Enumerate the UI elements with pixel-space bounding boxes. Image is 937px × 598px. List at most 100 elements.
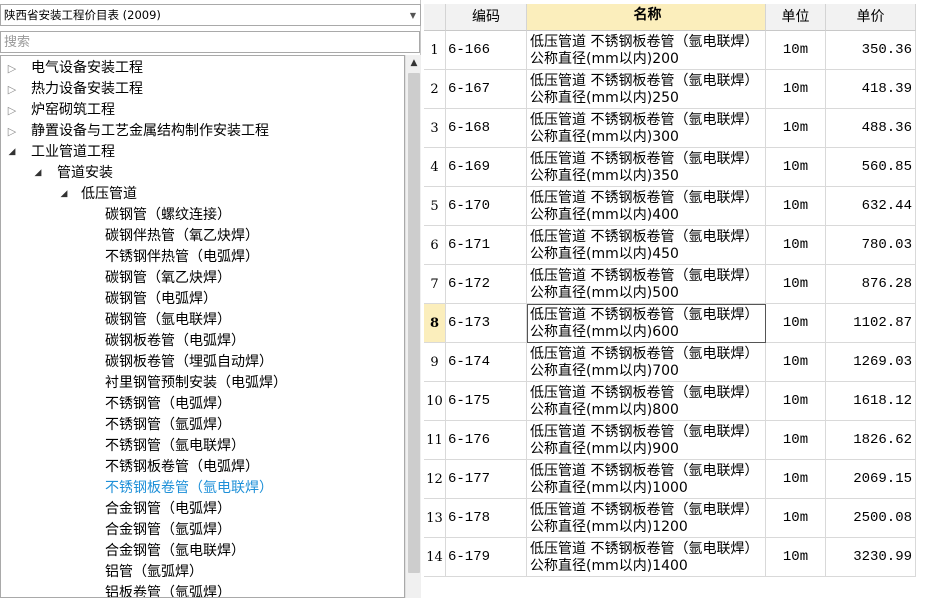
- tree-node[interactable]: 不锈钢板卷管（电弧焊）: [105, 457, 259, 478]
- price-cell[interactable]: 350.36: [826, 31, 916, 70]
- tree-node[interactable]: 碳钢伴热管（氧乙炔焊）: [105, 226, 259, 247]
- name-cell[interactable]: 低压管道 不锈钢板卷管（氩电联焊） 公称直径(mm以内)1400: [527, 538, 766, 577]
- tree-node[interactable]: 工业管道工程: [31, 142, 115, 163]
- name-cell[interactable]: 低压管道 不锈钢板卷管（氩电联焊） 公称直径(mm以内)900: [527, 421, 766, 460]
- row-number[interactable]: 13: [424, 499, 446, 538]
- tree-node[interactable]: 不锈钢管（氩电联焊）: [105, 436, 245, 457]
- unit-cell[interactable]: 10m: [766, 70, 826, 109]
- tree-node[interactable]: 电气设备安装工程: [31, 58, 143, 79]
- name-cell[interactable]: 低压管道 不锈钢板卷管（氩电联焊） 公称直径(mm以内)1200: [527, 499, 766, 538]
- row-number[interactable]: 12: [424, 460, 446, 499]
- name-cell[interactable]: 低压管道 不锈钢板卷管（氩电联焊） 公称直径(mm以内)200: [527, 31, 766, 70]
- triangle-down-icon[interactable]: ◢: [33, 163, 43, 184]
- row-number[interactable]: 6: [424, 226, 446, 265]
- triangle-right-icon[interactable]: ▷: [7, 121, 17, 142]
- price-cell[interactable]: 632.44: [826, 187, 916, 226]
- row-number[interactable]: 11: [424, 421, 446, 460]
- tree-node[interactable]: 衬里钢管预制安装（电弧焊）: [105, 373, 287, 394]
- name-cell[interactable]: 低压管道 不锈钢板卷管（氩电联焊） 公称直径(mm以内)350: [527, 148, 766, 187]
- name-cell[interactable]: 低压管道 不锈钢板卷管（氩电联焊） 公称直径(mm以内)450: [527, 226, 766, 265]
- name-cell[interactable]: 低压管道 不锈钢板卷管（氩电联焊） 公称直径(mm以内)1000: [527, 460, 766, 499]
- row-number[interactable]: 14: [424, 538, 446, 577]
- triangle-right-icon[interactable]: ▷: [7, 79, 17, 100]
- tree-node[interactable]: 碳钢板卷管（埋弧自动焊）: [105, 352, 273, 373]
- header-code[interactable]: 编码: [446, 4, 527, 31]
- code-cell[interactable]: 6-172: [446, 265, 527, 304]
- row-number[interactable]: 5: [424, 187, 446, 226]
- tree-node[interactable]: 碳钢管（螺纹连接）: [105, 205, 231, 226]
- unit-cell[interactable]: 10m: [766, 226, 826, 265]
- unit-cell[interactable]: 10m: [766, 31, 826, 70]
- tree-node[interactable]: 炉窑砌筑工程: [31, 100, 115, 121]
- price-cell[interactable]: 1618.12: [826, 382, 916, 421]
- code-cell[interactable]: 6-171: [446, 226, 527, 265]
- price-cell[interactable]: 3230.99: [826, 538, 916, 577]
- tree-node[interactable]: 热力设备安装工程: [31, 79, 143, 100]
- code-cell[interactable]: 6-175: [446, 382, 527, 421]
- price-cell[interactable]: 1102.87: [826, 304, 916, 343]
- code-cell[interactable]: 6-179: [446, 538, 527, 577]
- code-cell[interactable]: 6-166: [446, 31, 527, 70]
- tree-node[interactable]: 不锈钢伴热管（电弧焊）: [105, 247, 259, 268]
- row-number[interactable]: 7: [424, 265, 446, 304]
- tree-node[interactable]: 碳钢管（氧乙炔焊）: [105, 268, 231, 289]
- tree-node[interactable]: 碳钢管（氩电联焊）: [105, 310, 231, 331]
- name-cell[interactable]: 低压管道 不锈钢板卷管（氩电联焊） 公称直径(mm以内)500: [527, 265, 766, 304]
- price-cell[interactable]: 876.28: [826, 265, 916, 304]
- unit-cell[interactable]: 10m: [766, 499, 826, 538]
- unit-cell[interactable]: 10m: [766, 187, 826, 226]
- price-cell[interactable]: 780.03: [826, 226, 916, 265]
- unit-cell[interactable]: 10m: [766, 265, 826, 304]
- tree-node[interactable]: 不锈钢板卷管（氩电联焊）: [105, 478, 273, 499]
- row-number[interactable]: 9: [424, 343, 446, 382]
- price-cell[interactable]: 488.36: [826, 109, 916, 148]
- code-cell[interactable]: 6-170: [446, 187, 527, 226]
- row-number[interactable]: 1: [424, 31, 446, 70]
- name-cell[interactable]: 低压管道 不锈钢板卷管（氩电联焊） 公称直径(mm以内)600: [527, 304, 766, 343]
- unit-cell[interactable]: 10m: [766, 109, 826, 148]
- price-cell[interactable]: 418.39: [826, 70, 916, 109]
- unit-cell[interactable]: 10m: [766, 460, 826, 499]
- code-cell[interactable]: 6-174: [446, 343, 527, 382]
- price-cell[interactable]: 560.85: [826, 148, 916, 187]
- tree-node[interactable]: 碳钢管（电弧焊）: [105, 289, 217, 310]
- tree-node[interactable]: 铝管（氩弧焊）: [105, 562, 203, 583]
- name-cell[interactable]: 低压管道 不锈钢板卷管（氩电联焊） 公称直径(mm以内)400: [527, 187, 766, 226]
- price-cell[interactable]: 1826.62: [826, 421, 916, 460]
- triangle-right-icon[interactable]: ▷: [7, 58, 17, 79]
- unit-cell[interactable]: 10m: [766, 304, 826, 343]
- unit-cell[interactable]: 10m: [766, 421, 826, 460]
- code-cell[interactable]: 6-178: [446, 499, 527, 538]
- unit-cell[interactable]: 10m: [766, 148, 826, 187]
- row-number[interactable]: 10: [424, 382, 446, 421]
- code-cell[interactable]: 6-169: [446, 148, 527, 187]
- code-cell[interactable]: 6-173: [446, 304, 527, 343]
- row-number[interactable]: 8: [424, 304, 446, 343]
- price-cell[interactable]: 2500.08: [826, 499, 916, 538]
- code-cell[interactable]: 6-167: [446, 70, 527, 109]
- header-name[interactable]: 名称: [527, 4, 766, 31]
- tree-node[interactable]: 合金钢管（氩电联焊）: [105, 541, 245, 562]
- code-cell[interactable]: 6-176: [446, 421, 527, 460]
- library-select[interactable]: 陕西省安装工程价目表 (2009) ▼: [0, 4, 421, 26]
- tree-node[interactable]: 不锈钢管（氩弧焊）: [105, 415, 231, 436]
- header-price[interactable]: 单价: [826, 4, 916, 31]
- tree-node[interactable]: 不锈钢管（电弧焊）: [105, 394, 231, 415]
- scroll-up-icon[interactable]: ▲: [406, 55, 422, 71]
- tree-scrollbar[interactable]: ▲: [405, 55, 421, 598]
- price-cell[interactable]: 1269.03: [826, 343, 916, 382]
- search-input[interactable]: [0, 31, 420, 53]
- tree-node[interactable]: 碳钢板卷管（电弧焊）: [105, 331, 245, 352]
- chevron-down-icon[interactable]: ▼: [410, 6, 416, 25]
- triangle-down-icon[interactable]: ◢: [59, 184, 69, 205]
- tree-node[interactable]: 静置设备与工艺金属结构制作安装工程: [31, 121, 269, 142]
- scroll-thumb[interactable]: [408, 73, 420, 573]
- unit-cell[interactable]: 10m: [766, 343, 826, 382]
- row-number[interactable]: 3: [424, 109, 446, 148]
- tree-node[interactable]: 低压管道: [81, 184, 137, 205]
- header-unit[interactable]: 单位: [766, 4, 826, 31]
- code-cell[interactable]: 6-168: [446, 109, 527, 148]
- triangle-down-icon[interactable]: ◢: [7, 142, 17, 163]
- unit-cell[interactable]: 10m: [766, 382, 826, 421]
- name-cell[interactable]: 低压管道 不锈钢板卷管（氩电联焊） 公称直径(mm以内)250: [527, 70, 766, 109]
